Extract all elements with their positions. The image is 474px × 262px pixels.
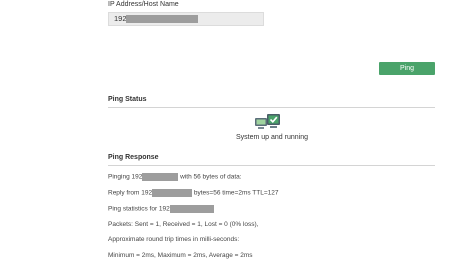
response-line-text: with 56 bytes of data: — [180, 173, 242, 181]
redacted-ip-mask — [126, 15, 198, 23]
response-line-text: Ping statistics for 192 — [108, 205, 170, 213]
status-text: System up and running — [236, 134, 308, 141]
ip-address-label: IP Address/Host Name — [108, 1, 179, 8]
response-line-text: bytes=56 time=2ms TTL=127 — [193, 189, 279, 197]
redacted-ip-mask — [142, 173, 179, 181]
response-line: Packets: Sent = 1, Received = 1, Lost = … — [108, 221, 259, 228]
response-line: Minimum = 2ms, Maximum = 2ms, Average = … — [108, 252, 253, 259]
computers-check-icon — [255, 114, 281, 132]
ping-response-title: Ping Response — [108, 154, 159, 161]
redacted-ip-mask — [169, 205, 214, 213]
ping-status-title: Ping Status — [108, 96, 147, 103]
ping-button[interactable]: Ping — [379, 62, 435, 75]
response-line: Approximate round trip times in milli-se… — [108, 236, 240, 243]
redacted-ip-mask — [152, 189, 193, 197]
response-line: Pinging 192 with 56 bytes of data: — [108, 173, 242, 181]
response-line: Ping statistics for 192 — [108, 205, 214, 213]
response-line-text: Reply from 192 — [108, 189, 153, 197]
response-line: Reply from 192 bytes=56 time=2ms TTL=127 — [108, 189, 279, 197]
ping-response-divider — [108, 165, 435, 166]
ping-status-divider — [108, 107, 435, 108]
response-line-text: Pinging 192 — [108, 173, 143, 181]
